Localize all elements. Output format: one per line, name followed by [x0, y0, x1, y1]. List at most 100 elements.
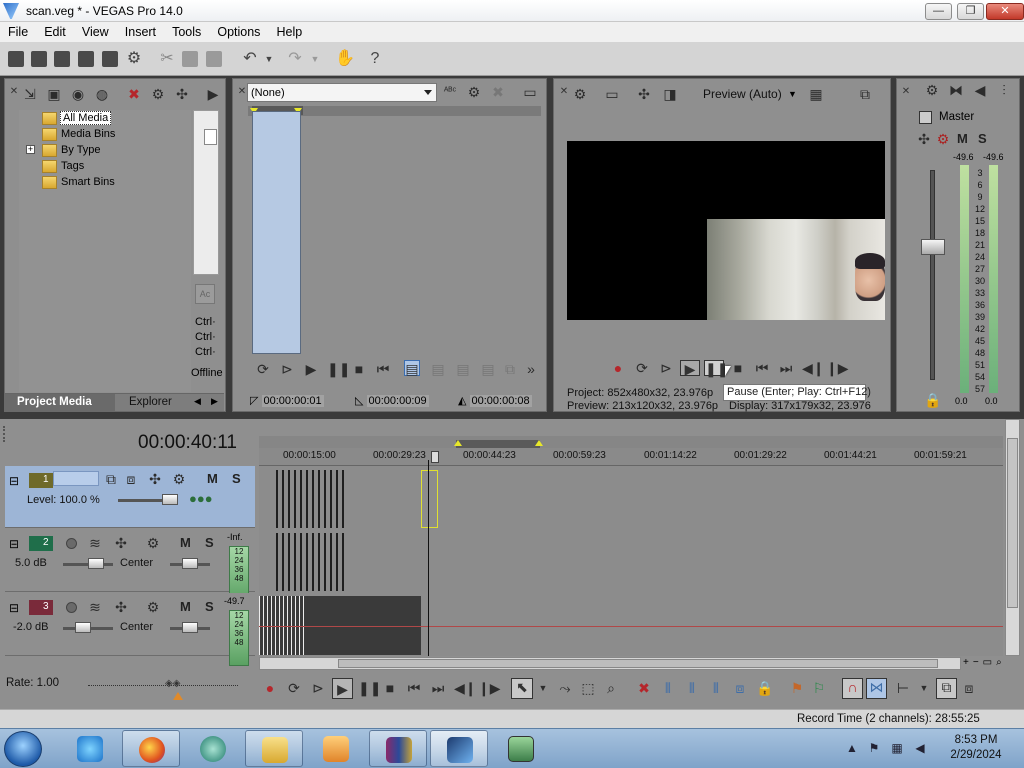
menu-edit[interactable]: Edit [44, 22, 66, 39]
menu-view[interactable]: View [82, 22, 109, 39]
track-fx-icon[interactable]: ⚙ [145, 599, 161, 615]
stop-icon[interactable]: ■ [351, 361, 367, 377]
save-as-icon[interactable] [78, 51, 94, 67]
tab-explorer[interactable]: Explorer [129, 396, 172, 408]
external-monitor-icon[interactable]: ▭ [604, 86, 620, 102]
ripple-edit-icon[interactable]: ⊢ [895, 680, 911, 696]
normal-edit-tool-icon[interactable]: ⬉ [511, 678, 533, 699]
taskbar-clock[interactable]: 8:53 PM 2/29/2024 [936, 733, 1016, 763]
next-frame-icon[interactable]: ❙▶ [826, 360, 849, 376]
track-collapse-icon[interactable]: ⊟ [9, 474, 19, 488]
taskbar-app[interactable] [184, 730, 242, 767]
lock-envelopes-icon[interactable]: ⧉ [936, 678, 957, 699]
remove-media-icon[interactable]: ✖ [126, 86, 142, 102]
go-to-start-icon[interactable]: ⏮ [406, 680, 422, 696]
start-button[interactable] [4, 731, 42, 767]
automation-icon[interactable]: ✣ [916, 131, 932, 147]
pause-icon[interactable]: ❚❚ [327, 361, 350, 377]
mixer-properties-icon[interactable]: ⚙ [924, 82, 940, 98]
pan-slider-knob[interactable] [182, 558, 198, 569]
add-to-timeline-icon[interactable]: ▤ [404, 360, 420, 377]
network-icon[interactable]: ▦ [890, 742, 904, 754]
zoom-tool-icon[interactable]: ⌕ [603, 680, 619, 696]
undo-dropdown-icon[interactable]: ▼ [260, 50, 278, 68]
play-icon[interactable]: ▶ [332, 678, 353, 699]
master-fader-knob[interactable] [921, 239, 945, 255]
track-mute-button[interactable]: M [207, 471, 218, 486]
taskbar-ie[interactable] [61, 730, 119, 767]
video-event-selected[interactable] [421, 470, 438, 528]
play-from-start-icon[interactable]: ⊳ [658, 360, 674, 376]
menu-options[interactable]: Options [217, 22, 260, 39]
downmix-icon[interactable]: ⧓ [948, 82, 964, 98]
taskbar-media[interactable] [307, 730, 365, 767]
close-button[interactable]: ✕ [986, 3, 1024, 20]
pause-icon[interactable]: ❚❚ [704, 360, 728, 377]
trimmer-selection[interactable] [252, 111, 301, 354]
video-event[interactable] [276, 470, 344, 528]
invert-phase-icon[interactable]: ≋ [87, 599, 103, 615]
panel-close-icon[interactable]: ✕ [898, 84, 914, 100]
trim-icon[interactable]: ⫴ [660, 680, 676, 696]
taskbar-winrar[interactable] [369, 730, 427, 767]
volume-envelope[interactable] [259, 626, 1003, 627]
cut-icon[interactable]: ✂ [158, 50, 176, 68]
copy-snapshot-icon[interactable]: ⧉ [857, 86, 873, 102]
timeline-vscroll[interactable] [1005, 419, 1020, 656]
track-motion-icon[interactable]: ✣ [113, 599, 129, 615]
arm-record-icon[interactable] [66, 602, 77, 613]
tab-scroll-left-icon[interactable]: ◀ [194, 396, 201, 407]
trim-properties-icon[interactable]: ⚙ [466, 84, 482, 100]
master-fx-icon[interactable]: ⚙ [935, 131, 951, 147]
copy-icon[interactable] [182, 51, 198, 67]
tab-project-media[interactable]: Project Media [5, 394, 115, 412]
go-to-end-icon[interactable]: ⏭ [778, 360, 794, 376]
fit-icon[interactable]: ▤ [480, 361, 496, 377]
pause-icon[interactable]: ❚❚ [358, 680, 381, 696]
menu-help[interactable]: Help [277, 22, 303, 39]
audio-event[interactable] [276, 533, 344, 591]
expand-arrow-icon[interactable]: ▶ [205, 86, 221, 102]
taskbar-vegas[interactable] [430, 730, 488, 767]
next-frame-icon[interactable]: ❙▶ [478, 680, 501, 696]
track-solo-button[interactable]: S [205, 599, 214, 614]
go-to-start-icon[interactable]: ⏮ [754, 360, 770, 376]
marker-icon[interactable]: ⚑ [789, 680, 805, 696]
play-from-start-icon[interactable]: ⊳ [279, 361, 295, 377]
playhead-icon[interactable] [431, 451, 439, 463]
redo-icon[interactable]: ↷ [286, 50, 304, 68]
taskbar-firefox[interactable] [122, 730, 180, 767]
go-to-end-icon[interactable]: ⏭ [430, 680, 446, 696]
import-media-icon[interactable]: ⇲ [22, 86, 38, 102]
track-mute-button[interactable]: M [180, 535, 191, 550]
trim-window-icon[interactable]: ▭ [522, 84, 538, 100]
track-header-audio-3[interactable]: ⊟ 3 ≋ ✣ ⚙ M S -49.7 12 24 36 48 -2.0 dB Cen… [5, 593, 255, 666]
redo-dropdown-icon[interactable]: ▼ [306, 50, 324, 68]
timeline-ruler[interactable]: 00:00:15:00 00:00:29:23 00:00:44:23 00:0… [259, 448, 1003, 466]
timeline-hscroll[interactable] [259, 657, 961, 670]
lock-icon[interactable]: 🔒 [924, 392, 941, 408]
plugin-icon[interactable]: ✋ [335, 50, 355, 68]
help-question-icon[interactable]: ? [366, 50, 384, 68]
trimmer-media-select[interactable]: (None) [247, 83, 437, 102]
track-mute-button[interactable]: M [180, 599, 191, 614]
loop-icon[interactable]: ⟳ [634, 360, 650, 376]
lock-icon[interactable]: 🔒 [756, 680, 773, 696]
panel-close-icon[interactable]: ✕ [556, 84, 572, 100]
show-hidden-icons-icon[interactable]: ▲ [845, 742, 859, 754]
get-media-web-icon[interactable]: ◍ [94, 86, 110, 102]
menu-insert[interactable]: Insert [125, 22, 156, 39]
region-icon[interactable]: ⚐ [811, 680, 827, 696]
panel-close-icon[interactable]: ✕ [6, 84, 22, 100]
edit-tool-dropdown-icon[interactable]: ▼ [535, 680, 551, 696]
selection-tool-icon[interactable]: ⬚ [580, 680, 596, 696]
tab-scroll-right-icon[interactable]: ▶ [211, 396, 218, 407]
media-tree-scrollbar[interactable] [193, 110, 219, 275]
ripple-dropdown-icon[interactable]: ▼ [916, 680, 932, 696]
track-name-field[interactable] [53, 471, 99, 486]
snapping-icon[interactable]: ∩ [842, 678, 863, 699]
insert-icon[interactable]: ▤ [455, 361, 471, 377]
track-fx-icon[interactable]: ⚙ [145, 535, 161, 551]
volume-slider-knob[interactable] [75, 622, 91, 633]
stop-icon[interactable]: ■ [730, 360, 746, 376]
